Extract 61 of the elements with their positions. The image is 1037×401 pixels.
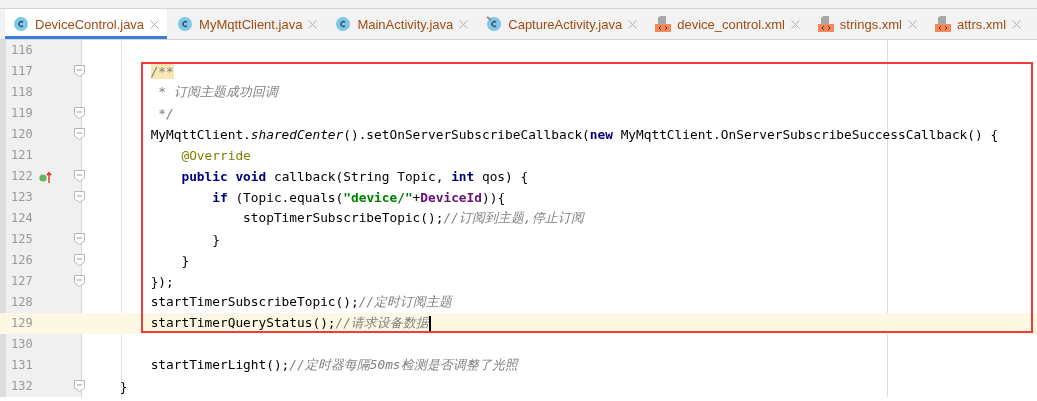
code-line: if (Topic.equals("device/"+DeviceId)){ (211, 190, 506, 205)
fold-marker-icon[interactable] (74, 128, 85, 140)
code-line: } (180, 253, 190, 268)
class-icon (335, 16, 352, 32)
close-icon[interactable] (308, 19, 318, 29)
close-icon[interactable] (459, 19, 469, 29)
line-number: 121 (10, 147, 34, 164)
file-tab[interactable]: strings.xml (809, 9, 925, 39)
code-line: * 订阅主题成功回调 (157, 84, 278, 101)
fold-marker-icon[interactable] (74, 65, 85, 77)
file-tab[interactable]: device_control.xml (647, 9, 808, 39)
line-number: 127 (10, 273, 34, 290)
fold-marker-icon[interactable] (74, 170, 85, 182)
line-number: 118 (10, 84, 34, 101)
close-icon[interactable] (790, 19, 800, 29)
line-number: 125 (10, 231, 34, 248)
class-icon (177, 16, 194, 32)
implements-icon[interactable] (39, 170, 52, 183)
close-icon[interactable] (1012, 19, 1022, 29)
code-line: @Override (180, 148, 251, 163)
line-number: 128 (10, 294, 34, 311)
fold-marker-icon[interactable] (74, 107, 85, 119)
code-line: startTimerQueryStatus();//请求设备数据 (149, 315, 429, 332)
code-line: MyMqttClient.sharedCenter().setOnServerSubscribeCallback(new MyMqttClient.OnServerSubscribeSuccessCallback() { (149, 127, 999, 142)
fold-marker-icon[interactable] (74, 275, 85, 287)
code-line: }); (149, 274, 174, 289)
line-number: 116 (10, 42, 34, 59)
fold-marker-icon[interactable] (74, 254, 85, 266)
line-number: 132 (10, 378, 34, 395)
line-number: 126 (10, 252, 34, 269)
line-number: 123 (10, 189, 34, 206)
xml-file-icon (817, 16, 834, 32)
file-tab[interactable]: attrs.xml (926, 9, 1030, 39)
line-number: 122 (10, 168, 34, 185)
line-number: 117 (10, 63, 34, 80)
line-number: 120 (10, 126, 34, 143)
file-tab[interactable]: MyMqttClient.java (169, 9, 326, 39)
xml-file-icon (934, 16, 951, 32)
line-number: 119 (10, 105, 34, 122)
code-line: */ (157, 106, 174, 121)
code-line: public void callback(String Topic, int qos) { (180, 169, 529, 184)
file-tab[interactable]: CaptureActivity.java (478, 9, 646, 39)
close-icon[interactable] (628, 19, 638, 29)
line-number: 130 (10, 336, 34, 353)
line-number: 124 (10, 210, 34, 227)
class-icon (13, 16, 29, 32)
xml-file-icon (655, 16, 672, 32)
line-number: 131 (10, 357, 34, 374)
fold-marker-icon[interactable] (74, 233, 85, 245)
close-icon[interactable] (907, 19, 917, 29)
fold-marker-icon[interactable] (74, 191, 85, 203)
close-icon[interactable] (150, 19, 160, 29)
file-tab[interactable]: DeviceControl.java (5, 9, 168, 39)
code-line: startTimerLight();//定时器每隔50ms检测是否调整了光照 (149, 357, 518, 374)
class-icon (486, 16, 503, 32)
fold-marker-icon[interactable] (74, 380, 85, 392)
file-tab[interactable]: MainActivity.java (327, 9, 477, 39)
code-line: stopTimerSubscribeTopic();//订阅到主题,停止订阅 (242, 210, 584, 227)
code-line: } (211, 232, 220, 247)
code-line: startTimerSubscribeTopic();//定时订阅主题 (149, 294, 453, 311)
code-line: } (118, 379, 128, 394)
